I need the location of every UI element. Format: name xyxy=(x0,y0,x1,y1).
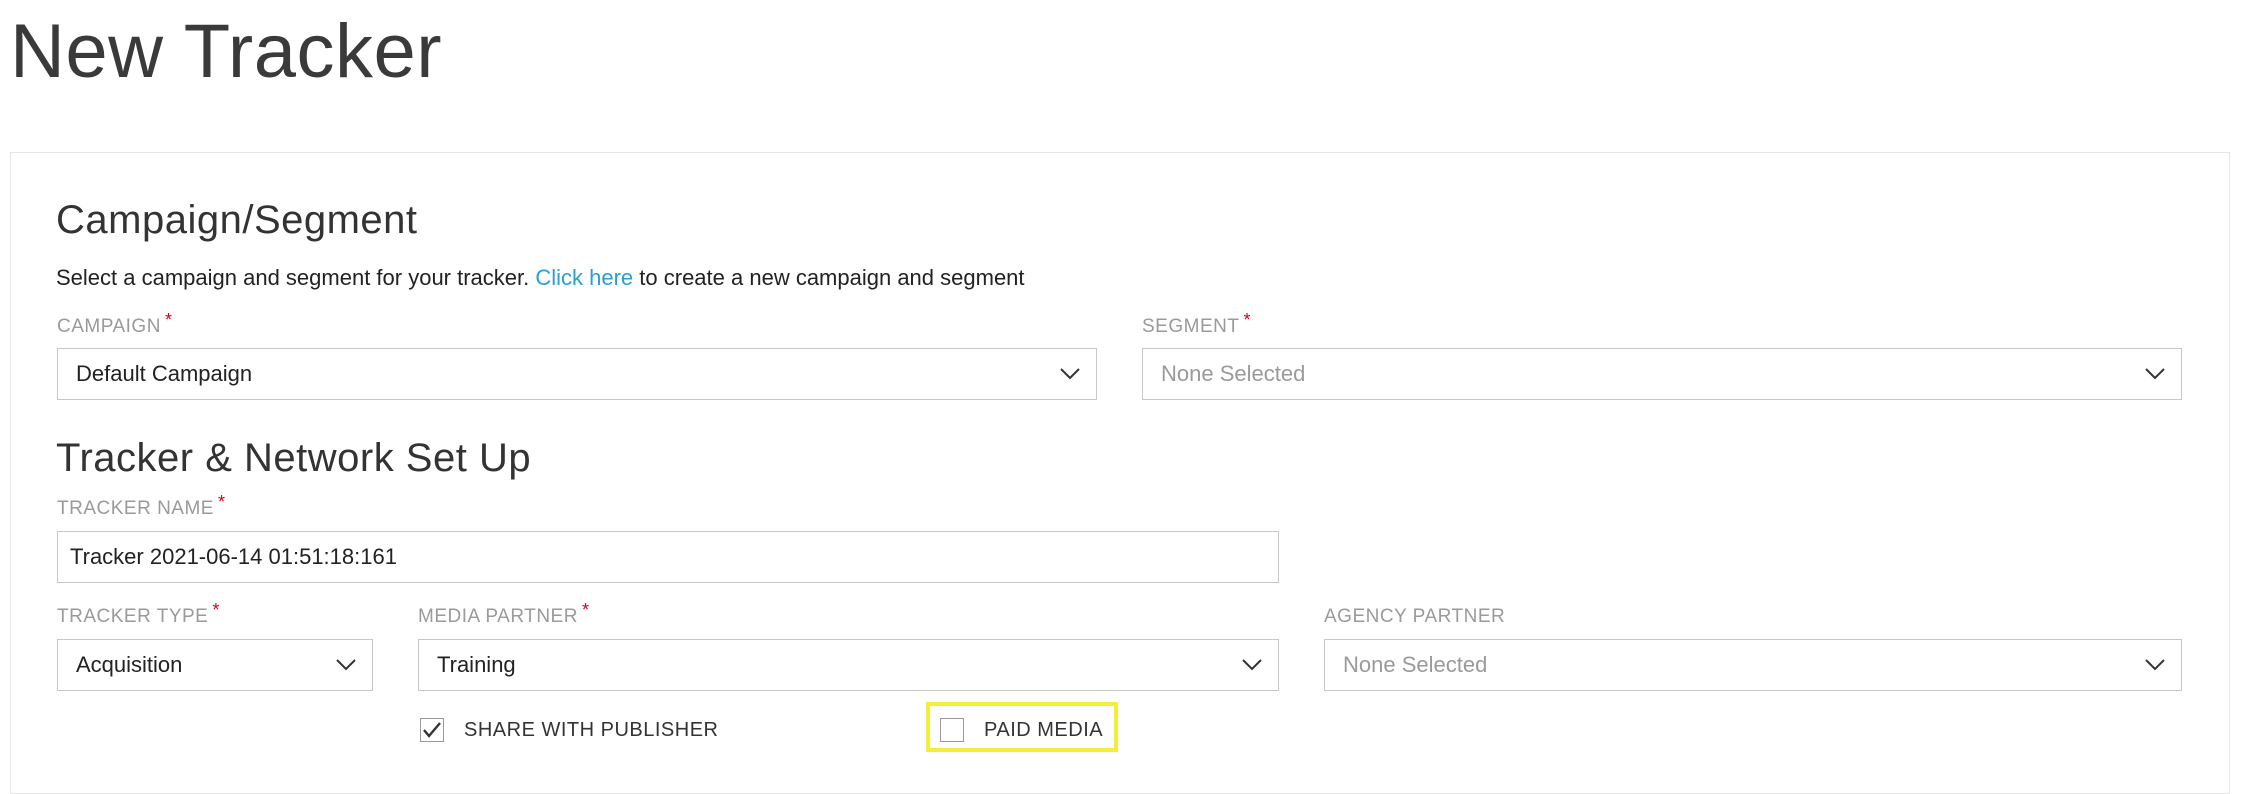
campaign-label-text: CAMPAIGN xyxy=(57,316,161,337)
agency-partner-label-text: AGENCY PARTNER xyxy=(1324,606,1506,627)
share-with-publisher-label: SHARE WITH PUBLISHER xyxy=(464,718,719,741)
media-partner-select[interactable]: Training xyxy=(418,639,1279,691)
tracker-name-label-text: TRACKER NAME xyxy=(57,498,214,519)
required-marker: * xyxy=(164,310,173,330)
chevron-down-icon[interactable] xyxy=(1226,640,1278,690)
tracker-type-select[interactable]: Acquisition xyxy=(57,639,373,691)
page-title: New Tracker xyxy=(10,9,443,94)
paid-media-option[interactable]: PAID MEDIA xyxy=(940,718,1103,742)
chevron-down-icon[interactable] xyxy=(2129,349,2181,399)
chevron-down-icon[interactable] xyxy=(2129,640,2181,690)
tracker-section-title: Tracker & Network Set Up xyxy=(56,436,532,480)
tracker-name-value: Tracker 2021-06-14 01:51:18:161 xyxy=(70,544,397,569)
segment-select[interactable]: None Selected xyxy=(1142,348,2182,400)
segment-label-text: SEGMENT xyxy=(1142,316,1240,337)
media-partner-value: Training xyxy=(437,652,516,677)
tracker-type-label-text: TRACKER TYPE xyxy=(57,606,209,627)
agency-partner-label: AGENCY PARTNER xyxy=(1324,606,1505,628)
campaign-select-value: Default Campaign xyxy=(76,361,253,386)
required-marker: * xyxy=(581,600,590,620)
tracker-type-value: Acquisition xyxy=(76,652,183,677)
campaign-section-description: Select a campaign and segment for your t… xyxy=(56,265,1025,291)
tracker-name-input[interactable]: Tracker 2021-06-14 01:51:18:161 xyxy=(57,531,1279,583)
description-text-before: Select a campaign and segment for your t… xyxy=(56,265,536,290)
media-partner-label: MEDIA PARTNER * xyxy=(418,600,589,628)
required-marker: * xyxy=(217,492,226,512)
agency-partner-value: None Selected xyxy=(1343,652,1488,677)
media-partner-label-text: MEDIA PARTNER xyxy=(418,606,578,627)
segment-label: SEGMENT * xyxy=(1142,310,1251,338)
share-with-publisher-checkbox[interactable] xyxy=(420,718,444,742)
create-campaign-link[interactable]: Click here xyxy=(535,265,633,290)
segment-select-value: None Selected xyxy=(1161,361,1306,386)
agency-partner-select[interactable]: None Selected xyxy=(1324,639,2182,691)
tracker-name-label: TRACKER NAME * xyxy=(57,492,225,520)
paid-media-checkbox[interactable] xyxy=(940,718,964,742)
required-marker: * xyxy=(1243,310,1251,330)
campaign-label: CAMPAIGN * xyxy=(57,310,172,338)
required-marker: * xyxy=(212,600,220,620)
chevron-down-icon[interactable] xyxy=(1044,349,1096,399)
description-text-after: to create a new campaign and segment xyxy=(633,265,1025,290)
checkmark-icon xyxy=(423,722,441,738)
campaign-section-title: Campaign/Segment xyxy=(56,198,418,242)
campaign-select[interactable]: Default Campaign xyxy=(57,348,1097,400)
share-with-publisher-option[interactable]: SHARE WITH PUBLISHER xyxy=(420,718,718,742)
paid-media-label: PAID MEDIA xyxy=(984,718,1104,741)
tracker-type-label: TRACKER TYPE * xyxy=(57,600,220,628)
chevron-down-icon[interactable] xyxy=(320,640,372,690)
